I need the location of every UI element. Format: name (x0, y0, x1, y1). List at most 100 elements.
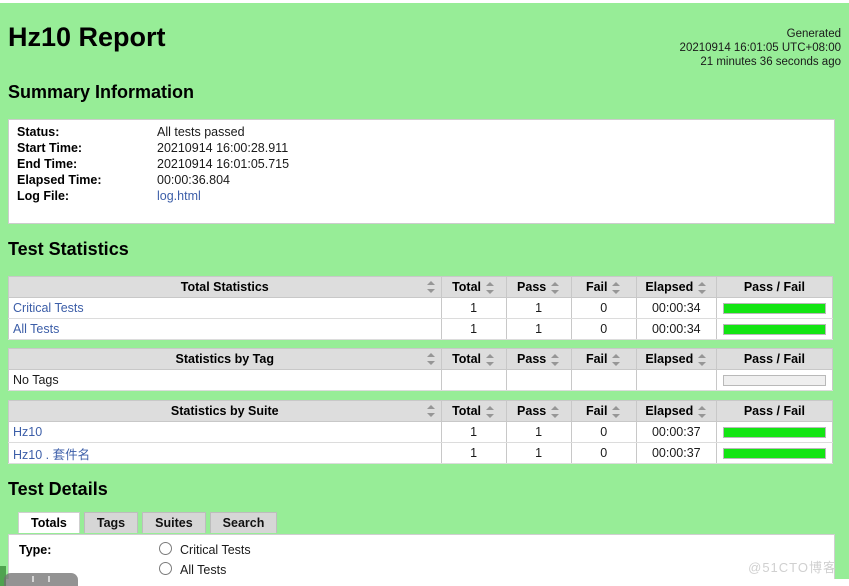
cell-pass-fail-bar (715, 369, 834, 391)
sort-caret-icon[interactable] (551, 353, 560, 366)
column-header-pass[interactable]: Pass (505, 400, 572, 422)
table-row: No Tags (8, 369, 834, 391)
sort-caret-icon[interactable] (698, 353, 707, 366)
radio-row[interactable]: All Tests (159, 560, 251, 580)
status-value: All tests passed (157, 125, 245, 139)
column-header-fail[interactable]: Fail (570, 276, 637, 298)
tab-suites[interactable]: Suites (142, 512, 206, 533)
summary-row: Log File: log.html (17, 188, 289, 204)
table-row: Critical Tests 1 1 0 00:00:34 (8, 297, 834, 319)
table-row: All Tests 1 1 0 00:00:34 (8, 318, 834, 340)
details-tab-bar: Totals Tags Suites Search (18, 512, 281, 535)
cell-total: 1 (440, 442, 507, 464)
generated-label: Generated (786, 28, 841, 40)
sort-caret-icon[interactable] (486, 353, 495, 366)
report-header: Hz10 Report Generated 20210914 16:01:05 … (0, 3, 849, 73)
tab-tags[interactable]: Tags (83, 512, 139, 533)
column-header-pass-fail: Pass / Fail (715, 348, 834, 370)
sort-caret-icon[interactable] (426, 353, 436, 365)
pass-fail-progress-bar (722, 374, 826, 386)
cell-fail: 0 (570, 297, 637, 319)
radio-button-critical-tests[interactable] (159, 542, 172, 555)
row-name-link[interactable]: Critical Tests (13, 301, 84, 315)
generated-info: Generated 20210914 16:01:05 UTC+08:00 21… (680, 27, 841, 69)
column-header-total[interactable]: Total (440, 276, 507, 298)
cell-fail: 0 (570, 421, 637, 443)
row-name[interactable]: Hz10 (8, 421, 442, 443)
tag-statistics-table: Statistics by Tag Total Pass Fail Elapsed Pas… (8, 348, 834, 391)
column-header-elapsed[interactable]: Elapsed (635, 400, 717, 422)
column-header-fail[interactable]: Fail (570, 348, 637, 370)
row-name-link[interactable]: Hz10 . 套件名 (13, 448, 90, 462)
column-header-pass[interactable]: Pass (505, 348, 572, 370)
pass-fail-progress-bar (722, 323, 826, 335)
table-header-row: Statistics by Suite Total Pass Fail Elapsed P… (8, 400, 834, 422)
summary-row-value: 20210914 16:00:28.911 (157, 141, 289, 155)
row-name-link[interactable]: Hz10 (13, 425, 42, 439)
column-header-name[interactable]: Statistics by Tag (8, 348, 442, 370)
cell-pass-fail-bar (715, 421, 834, 443)
cell-fail: 0 (570, 318, 637, 340)
radio-row[interactable]: Critical Tests (159, 540, 251, 560)
sort-caret-icon[interactable] (698, 405, 707, 418)
column-header-elapsed[interactable]: Elapsed (635, 276, 717, 298)
cell-pass (505, 369, 572, 391)
row-name[interactable]: All Tests (8, 318, 442, 340)
summary-row-label: End Time: (17, 157, 78, 171)
column-header-fail[interactable]: Fail (570, 400, 637, 422)
summary-row-label: Elapsed Time: (17, 173, 102, 187)
sort-caret-icon[interactable] (551, 405, 560, 418)
sort-caret-icon[interactable] (426, 405, 436, 417)
summary-row-label: Status: (17, 125, 60, 139)
bottom-scroll-widget[interactable] (4, 573, 78, 586)
summary-table: Status: All tests passed Start Time: 202109… (17, 124, 289, 204)
sort-caret-icon[interactable] (698, 281, 707, 294)
sort-caret-icon[interactable] (612, 353, 621, 366)
tab-search[interactable]: Search (209, 512, 278, 533)
sort-caret-icon[interactable] (486, 405, 495, 418)
statistics-heading: Test Statistics (8, 239, 129, 259)
cell-pass: 1 (505, 421, 572, 443)
cell-elapsed: 00:00:37 (635, 421, 717, 443)
summary-information-box: Status: All tests passed Start Time: 202109… (8, 119, 835, 224)
sort-caret-icon[interactable] (551, 281, 560, 294)
cell-fail: 0 (570, 442, 637, 464)
log-file-link[interactable]: log.html (157, 188, 289, 204)
row-name[interactable]: Hz10 . 套件名 (8, 442, 442, 464)
cell-pass-fail-bar (715, 297, 834, 319)
type-radio-group: Critical Tests All Tests (159, 540, 251, 580)
type-label: Type: (19, 543, 52, 557)
row-name-link[interactable]: All Tests (13, 322, 59, 336)
column-header-pass[interactable]: Pass (505, 276, 572, 298)
summary-row-label: Log File: (17, 189, 70, 203)
bar-pass-segment (723, 303, 825, 313)
generated-timestamp: 20210914 16:01:05 UTC+08:00 (679, 42, 841, 54)
tab-totals[interactable]: Totals (18, 512, 80, 533)
radio-button-all-tests[interactable] (159, 562, 172, 575)
summary-row: Start Time: 20210914 16:00:28.911 (17, 140, 289, 156)
sort-caret-icon[interactable] (612, 405, 621, 418)
sort-caret-icon[interactable] (426, 281, 436, 293)
cell-pass: 1 (505, 297, 572, 319)
column-header-name[interactable]: Total Statistics (8, 276, 442, 298)
summary-row: Status: All tests passed (17, 124, 289, 140)
bar-pass-segment (723, 448, 825, 458)
cell-fail (570, 369, 637, 391)
cell-pass-fail-bar (715, 318, 834, 340)
column-header-total[interactable]: Total (440, 348, 507, 370)
cell-total (440, 369, 507, 391)
column-header-elapsed[interactable]: Elapsed (635, 348, 717, 370)
sort-caret-icon[interactable] (486, 281, 495, 294)
summary-row-value: 00:00:36.804 (157, 173, 230, 187)
suite-statistics-table: Statistics by Suite Total Pass Fail Elapsed P… (8, 400, 834, 464)
sort-caret-icon[interactable] (612, 281, 621, 294)
column-header-name[interactable]: Statistics by Suite (8, 400, 442, 422)
row-name[interactable]: Critical Tests (8, 297, 442, 319)
cell-total: 1 (440, 421, 507, 443)
cell-elapsed: 00:00:37 (635, 442, 717, 464)
pass-fail-progress-bar (722, 447, 826, 459)
summary-row-value: 20210914 16:01:05.715 (157, 157, 290, 171)
cell-total: 1 (440, 318, 507, 340)
column-header-total[interactable]: Total (440, 400, 507, 422)
generated-ago: 21 minutes 36 seconds ago (700, 56, 841, 68)
